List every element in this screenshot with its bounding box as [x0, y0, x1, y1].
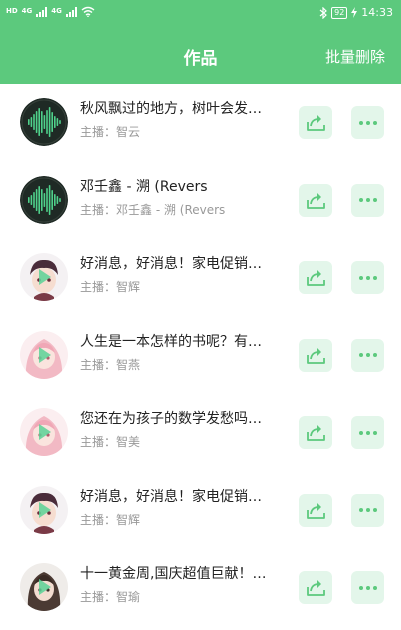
share-button[interactable] [299, 106, 332, 139]
item-texts: 秋风飘过的地方，树叶会发… 主播：智云 [80, 100, 286, 140]
more-dot [365, 508, 370, 512]
item-host: 主播：智云 [80, 125, 141, 139]
play-icon[interactable] [39, 579, 51, 595]
play-icon[interactable] [39, 424, 51, 440]
more-button[interactable] [351, 261, 384, 294]
avatar[interactable] [20, 175, 68, 224]
list-item[interactable]: 您还在为孩子的数学发愁吗… 主播：智美 [0, 394, 401, 472]
avatar[interactable] [20, 330, 68, 379]
list-item[interactable]: 邓壬鑫 - 溯 (Revers 主播：邓壬鑫 - 溯 (Revers [0, 162, 401, 240]
more-dot [358, 430, 363, 435]
status-bar: HD 4G 4G 92 14:33 [0, 0, 401, 28]
item-texts: 邓壬鑫 - 溯 (Revers 主播：邓壬鑫 - 溯 (Revers [80, 178, 286, 218]
more-dot [365, 585, 370, 590]
item-title: 好消息，好消息！家电促销… [80, 256, 262, 272]
works-list: 秋风飘过的地方，树叶会发… 主播：智云 邓壬鑫 - 溯 (Revers 主播：邓… [0, 84, 401, 627]
status-right: 92 14:33 [319, 6, 393, 19]
list-item[interactable]: 秋风飘过的地方，树叶会发… 主播：智云 [0, 84, 401, 162]
more-dot [365, 430, 370, 435]
play-icon[interactable] [39, 501, 51, 518]
share-button[interactable] [299, 571, 332, 604]
avatar[interactable] [20, 408, 68, 456]
charging-icon [351, 7, 358, 18]
share-icon [306, 270, 325, 286]
item-host: 主播：智辉 [80, 280, 141, 294]
clock: 14:33 [361, 6, 393, 19]
more-dot [372, 275, 377, 280]
signal-icon [36, 6, 48, 17]
more-dot [372, 508, 377, 512]
item-texts: 您还在为孩子的数学发愁吗… 主播：智美 [80, 410, 286, 450]
avatar[interactable] [20, 485, 68, 534]
avatar[interactable] [20, 98, 68, 146]
more-dot [358, 198, 363, 202]
battery-icon: 92 [331, 6, 348, 19]
network-label-2: 4G [51, 7, 62, 15]
share-button[interactable] [299, 261, 332, 294]
play-icon[interactable] [39, 346, 51, 363]
item-texts: 好消息，好消息！家电促销… 主播：智辉 [80, 255, 286, 295]
more-button[interactable] [351, 183, 384, 217]
more-dot [365, 353, 370, 357]
share-icon [306, 502, 325, 519]
share-icon [306, 425, 325, 441]
item-host: 主播：智瑜 [80, 590, 141, 604]
item-title: 邓壬鑫 - 溯 (Revers [80, 178, 208, 195]
more-button[interactable] [351, 493, 384, 527]
item-host: 主播：邓壬鑫 - 溯 (Revers [80, 202, 226, 217]
app-header: HD 4G 4G 92 14:33 作品 批量删除 [0, 0, 401, 84]
avatar[interactable] [20, 253, 68, 301]
share-icon [306, 192, 325, 209]
more-button[interactable] [351, 571, 384, 604]
item-host: 主播：智辉 [80, 512, 141, 527]
more-dot [358, 353, 363, 357]
bluetooth-icon [319, 6, 327, 19]
list-item[interactable]: 人生是一本怎样的书呢？有… 主播：智燕 [0, 317, 401, 395]
share-button[interactable] [299, 338, 332, 372]
play-icon[interactable] [39, 269, 51, 285]
more-dot [372, 353, 377, 357]
item-host: 主播：智美 [80, 435, 141, 449]
item-texts: 人生是一本怎样的书呢？有… 主播：智燕 [80, 333, 286, 373]
more-dot [358, 585, 363, 590]
share-icon [306, 580, 325, 596]
share-button[interactable] [299, 183, 332, 217]
batch-delete-button[interactable]: 批量删除 [325, 46, 385, 67]
list-item[interactable]: 好消息，好消息！家电促销… 主播：智辉 [0, 472, 401, 550]
more-button[interactable] [351, 416, 384, 449]
more-button[interactable] [351, 338, 384, 372]
network-label-1: 4G [21, 7, 33, 15]
item-texts: 好消息，好消息！家电促销… 主播：智辉 [80, 488, 286, 528]
item-title: 人生是一本怎样的书呢？有… [80, 333, 262, 350]
item-title: 十一黄金周,国庆超值巨献！… [80, 566, 267, 582]
more-dot [372, 198, 377, 202]
more-dot [372, 585, 377, 590]
hd-label: HD [6, 7, 18, 15]
more-button[interactable] [351, 106, 384, 139]
wifi-icon [81, 6, 95, 17]
more-dot [372, 430, 377, 435]
item-host: 主播：智燕 [80, 357, 141, 372]
more-dot [365, 120, 370, 125]
list-item[interactable]: 十一黄金周,国庆超值巨献！… 主播：智瑜 [0, 549, 401, 627]
avatar[interactable] [20, 563, 68, 611]
item-texts: 十一黄金周,国庆超值巨献！… 主播：智瑜 [80, 565, 286, 605]
share-icon [306, 115, 325, 131]
more-dot [358, 120, 363, 125]
list-item[interactable]: 好消息，好消息！家电促销… 主播：智辉 [0, 239, 401, 317]
share-icon [306, 347, 325, 364]
status-left: HD 4G 4G [6, 6, 95, 17]
share-button[interactable] [299, 416, 332, 449]
more-dot [365, 198, 370, 202]
item-title: 好消息，好消息！家电促销… [80, 488, 262, 505]
item-title: 秋风飘过的地方，树叶会发… [80, 101, 262, 117]
item-title: 您还在为孩子的数学发愁吗… [80, 411, 262, 427]
more-dot [365, 275, 370, 280]
more-dot [358, 275, 363, 280]
more-dot [358, 508, 363, 512]
signal-icon [65, 6, 77, 17]
more-dot [372, 120, 377, 125]
share-button[interactable] [299, 493, 332, 527]
